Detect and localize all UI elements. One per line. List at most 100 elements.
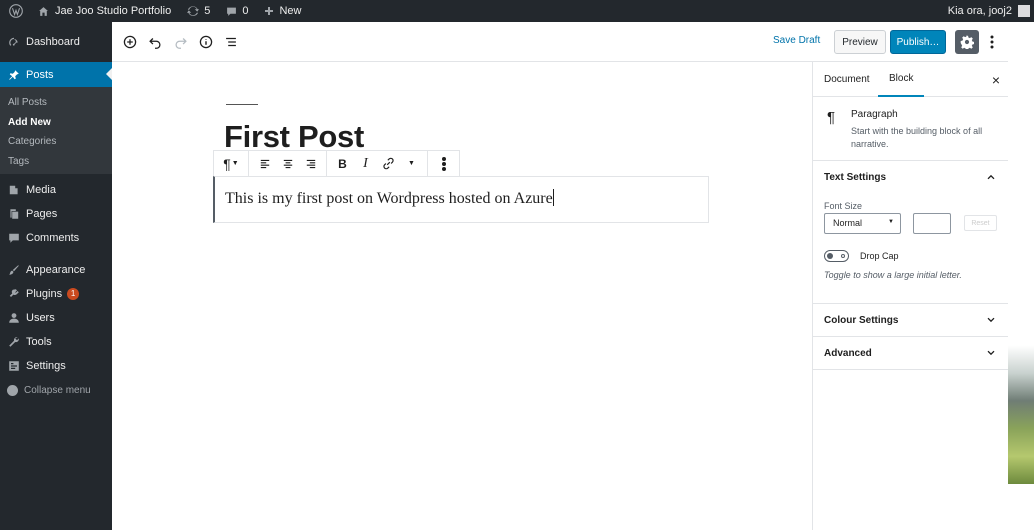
sidebar-item-label: Plugins — [26, 288, 63, 300]
sidebar-item-appearance[interactable]: Appearance — [0, 258, 112, 282]
content-info-button[interactable] — [194, 30, 218, 54]
pages-icon — [7, 208, 20, 221]
block-card-description: Start with the building block of all nar… — [851, 126, 983, 149]
settings-icon — [7, 360, 20, 373]
editor-canvas: First Post ¶ ▼ B I ▼ This is my first po… — [112, 62, 812, 530]
sidebar-item-label: Dashboard — [26, 36, 80, 48]
save-draft-button[interactable]: Save Draft — [773, 35, 820, 46]
paragraph-block[interactable]: This is my first post on Wordpress hoste… — [213, 176, 709, 223]
comment-icon — [7, 232, 20, 245]
sidebar-item-users[interactable]: Users — [0, 306, 112, 330]
block-navigation-button[interactable] — [219, 30, 243, 54]
sidebar-item-label: Pages — [26, 208, 58, 220]
chevron-down-icon — [985, 347, 997, 362]
more-options-button[interactable] — [984, 30, 1000, 54]
collapse-icon — [7, 384, 18, 396]
drop-cap-help: Toggle to show a large initial letter. — [824, 270, 962, 280]
sidebar-item-posts[interactable]: Posts — [0, 62, 112, 87]
pilcrow-icon: ¶ — [223, 155, 231, 172]
text-settings-header[interactable]: Text Settings — [813, 161, 1008, 194]
wordpress-logo-icon[interactable] — [0, 0, 32, 22]
redo-button[interactable] — [169, 30, 193, 54]
plus-circle-icon — [123, 35, 137, 49]
advanced-panel[interactable]: Advanced — [813, 337, 1008, 370]
desktop-background — [1008, 22, 1034, 484]
admin-sidebar: Dashboard Posts All Posts Add New Catego… — [0, 22, 112, 530]
drop-cap-toggle[interactable] — [824, 250, 849, 262]
site-name-link[interactable]: Jae Joo Studio Portfolio — [32, 0, 177, 22]
text-settings-panel: Text Settings Font Size Normal ▼ Reset D… — [813, 161, 1008, 304]
plus-icon — [264, 6, 274, 16]
submenu-item-all-posts[interactable]: All Posts — [0, 93, 112, 113]
sidebar-item-pages[interactable]: Pages — [0, 202, 112, 226]
reset-button[interactable]: Reset — [964, 215, 997, 231]
my-account[interactable]: Kia ora, jooj2 — [948, 0, 1030, 22]
block-card-title: Paragraph — [851, 109, 898, 120]
formatting-group: B I ▼ — [327, 151, 428, 176]
sidebar-item-settings[interactable]: Settings — [0, 354, 112, 378]
align-left-button[interactable] — [253, 151, 276, 176]
italic-button[interactable]: I — [354, 151, 377, 176]
submenu-item-tags[interactable]: Tags — [0, 152, 112, 172]
sidebar-item-comments[interactable]: Comments — [0, 226, 112, 250]
toggle-knob — [827, 252, 833, 259]
plugin-icon — [7, 288, 20, 301]
submenu-item-add-new[interactable]: Add New — [0, 113, 112, 133]
avatar — [1018, 5, 1030, 17]
gear-icon — [960, 35, 974, 49]
comments-link[interactable]: 0 — [220, 0, 254, 22]
sidebar-item-dashboard[interactable]: Dashboard — [0, 30, 112, 54]
tab-document[interactable]: Document — [824, 62, 870, 97]
new-label: New — [279, 5, 302, 17]
submenu-item-categories[interactable]: Categories — [0, 132, 112, 152]
collapse-menu-button[interactable]: Collapse menu — [0, 378, 112, 402]
block-toolbar: ¶ ▼ B I ▼ — [213, 150, 460, 177]
site-name-label: Jae Joo Studio Portfolio — [55, 5, 172, 17]
bold-icon: B — [338, 156, 347, 171]
alignment-group — [249, 151, 327, 176]
undo-button[interactable] — [143, 30, 167, 54]
align-right-button[interactable] — [299, 151, 322, 176]
undo-icon — [149, 38, 161, 49]
sidebar-item-tools[interactable]: Tools — [0, 330, 112, 354]
list-icon — [226, 37, 236, 47]
updates-link[interactable]: 5 — [181, 0, 216, 22]
paragraph-text: This is my first post on Wordpress hoste… — [225, 190, 553, 207]
publish-button[interactable]: Publish… — [890, 30, 946, 54]
admin-bar: Jae Joo Studio Portfolio 5 0 New Kia ora… — [0, 0, 1034, 22]
block-more-options-button[interactable] — [432, 151, 455, 176]
font-size-select[interactable]: Normal ▼ — [824, 213, 901, 234]
align-center-button[interactable] — [276, 151, 299, 176]
brush-icon — [7, 264, 20, 277]
sidebar-item-label: Tools — [26, 336, 52, 348]
close-icon[interactable]: × — [992, 72, 1000, 88]
updates-count: 5 — [204, 5, 211, 17]
bold-button[interactable]: B — [331, 151, 354, 176]
new-content-link[interactable]: New — [258, 0, 307, 22]
dashboard-icon — [7, 36, 20, 49]
italic-icon: I — [363, 155, 368, 171]
tab-block[interactable]: Block — [878, 62, 925, 97]
block-switcher-group: ¶ ▼ — [214, 151, 249, 176]
sidebar-item-label: Appearance — [26, 264, 86, 276]
sidebar-item-plugins[interactable]: Plugins 1 — [0, 282, 112, 306]
block-card: ¶ Paragraph Start with the building bloc… — [813, 97, 1008, 161]
custom-font-size-input[interactable] — [913, 213, 951, 234]
link-icon — [383, 157, 394, 170]
add-block-button[interactable] — [118, 30, 142, 54]
sidebar-item-media[interactable]: Media — [0, 178, 112, 202]
preview-button[interactable]: Preview — [834, 30, 886, 54]
more-rich-text-button[interactable]: ▼ — [400, 151, 423, 176]
settings-toggle-button[interactable] — [955, 30, 979, 54]
editor-header: Save Draft Preview Publish… — [112, 22, 1034, 62]
colour-settings-panel[interactable]: Colour Settings — [813, 304, 1008, 337]
link-button[interactable] — [377, 151, 400, 176]
block-switcher-button[interactable]: ¶ ▼ — [218, 151, 244, 176]
greeting: Kia ora, jooj2 — [947, 5, 1012, 17]
users-icon — [7, 312, 20, 325]
align-right-icon — [306, 159, 315, 168]
sidebar-item-label: Comments — [26, 232, 80, 244]
pin-icon — [7, 68, 20, 81]
panel-title: Text Settings — [824, 172, 887, 183]
font-size-label: Font Size — [824, 201, 863, 211]
